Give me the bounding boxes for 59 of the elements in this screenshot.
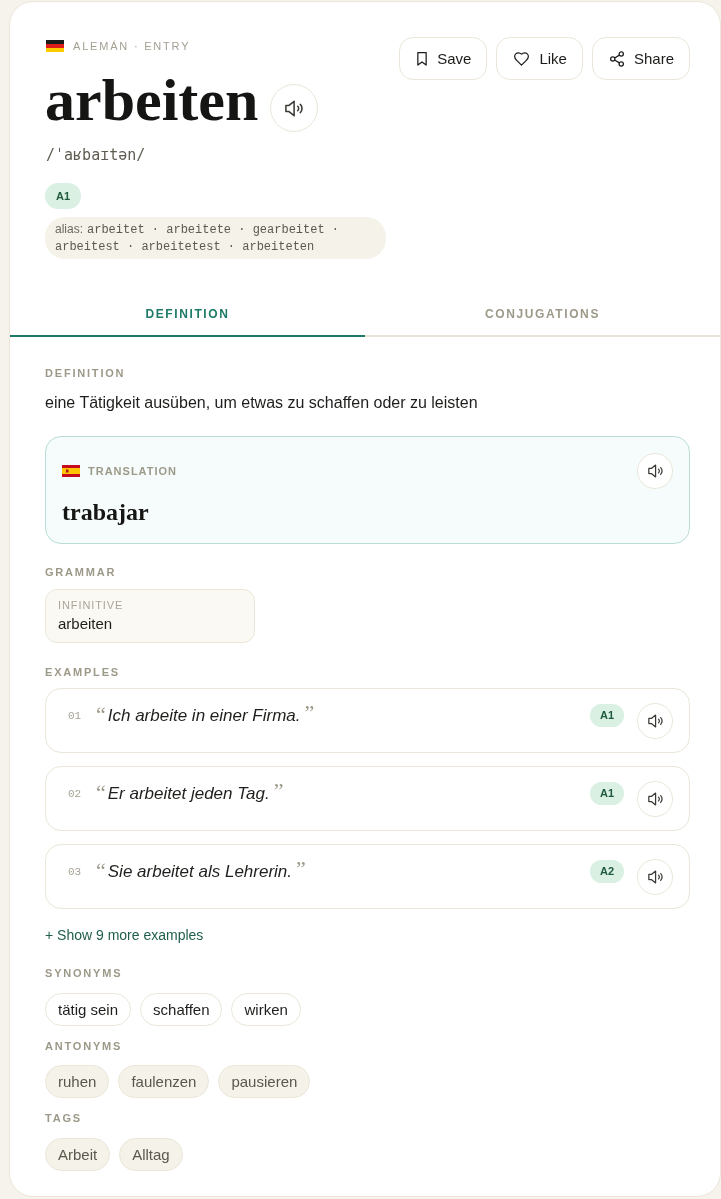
- tag-chip[interactable]: Arbeit: [45, 1138, 111, 1171]
- bookmark-icon: [417, 51, 428, 66]
- pronunciation-text: /ˈaʁbaɪtən/: [45, 145, 146, 165]
- example-sentence: Ich arbeite in einer Firma.: [107, 705, 301, 727]
- audio-button[interactable]: [270, 84, 319, 132]
- quote-mark: ”: [273, 783, 284, 799]
- quote-mark: “: [96, 785, 106, 801]
- section-heading: GRAMMAR: [45, 565, 117, 579]
- antonym-chip[interactable]: pausieren: [218, 1065, 311, 1098]
- audio-button[interactable]: [637, 859, 673, 895]
- show-more-link[interactable]: + Show 9 more examples: [45, 925, 204, 945]
- level-badge: A1: [589, 704, 624, 727]
- field-value: arbeiten: [58, 614, 113, 634]
- section-heading: EXAMPLES: [45, 665, 120, 679]
- antonym-chip[interactable]: faulenzen: [118, 1065, 210, 1098]
- speaker-icon: [647, 464, 663, 478]
- example-number: 03: [68, 865, 83, 879]
- audio-button[interactable]: [637, 781, 673, 817]
- example-sentence: Er arbeitet jeden Tag.: [107, 783, 270, 805]
- quote-mark: “: [96, 863, 106, 879]
- quote-mark: ”: [296, 861, 306, 877]
- translation-word: trabajar: [62, 498, 149, 527]
- quote-mark: ”: [304, 705, 315, 721]
- example-number: 02: [68, 787, 83, 801]
- flag-icon: [46, 40, 64, 52]
- synonym-chip[interactable]: tätig sein: [45, 993, 132, 1026]
- audio-button[interactable]: [637, 703, 673, 739]
- heart-icon: [514, 51, 530, 66]
- section-heading: DEFINITION: [45, 366, 126, 380]
- audio-button[interactable]: [637, 453, 673, 489]
- section-heading: SYNONYMS: [45, 966, 123, 980]
- field-label: INFINITIVE: [58, 598, 124, 612]
- like-button[interactable]: Like: [496, 37, 583, 80]
- alias-chip: alias: arbeitet · arbeitete · gearbeitet · arbeitest · arbeitetest · arbeiteten: [45, 217, 386, 259]
- speaker-icon: [647, 870, 663, 884]
- speaker-icon: [647, 792, 663, 806]
- save-button[interactable]: Save: [399, 37, 488, 80]
- level-badge: A1: [589, 782, 624, 805]
- synonym-chip[interactable]: wirken: [231, 993, 301, 1026]
- quote-mark: “: [96, 707, 106, 723]
- example-number: 01: [68, 709, 83, 723]
- synonym-chip[interactable]: schaffen: [140, 993, 223, 1026]
- level-badge: A1: [45, 183, 82, 209]
- share-button[interactable]: Share: [591, 37, 690, 80]
- definition-text: eine Tätigkeit ausüben, um etwas zu schaffen oder zu leisten: [45, 393, 478, 413]
- headword: arbeiten: [45, 70, 259, 130]
- tag-chip[interactable]: Alltag: [119, 1138, 183, 1171]
- level-badge: A2: [589, 860, 624, 883]
- share-icon: [609, 50, 624, 67]
- example-sentence: Sie arbeitet als Lehrerin.: [107, 861, 293, 883]
- tab[interactable]: DEFINITION: [10, 291, 365, 337]
- section-heading: TAGS: [45, 1111, 82, 1125]
- antonym-chip[interactable]: ruhen: [45, 1065, 110, 1098]
- speaker-icon: [647, 714, 663, 728]
- translation-label: TRANSLATION: [88, 464, 177, 478]
- flag-icon: [62, 465, 80, 477]
- section-heading: ANTONYMS: [45, 1039, 123, 1053]
- language-label: ALEMÁN · ENTRY: [73, 39, 191, 53]
- speaker-icon: [285, 99, 304, 117]
